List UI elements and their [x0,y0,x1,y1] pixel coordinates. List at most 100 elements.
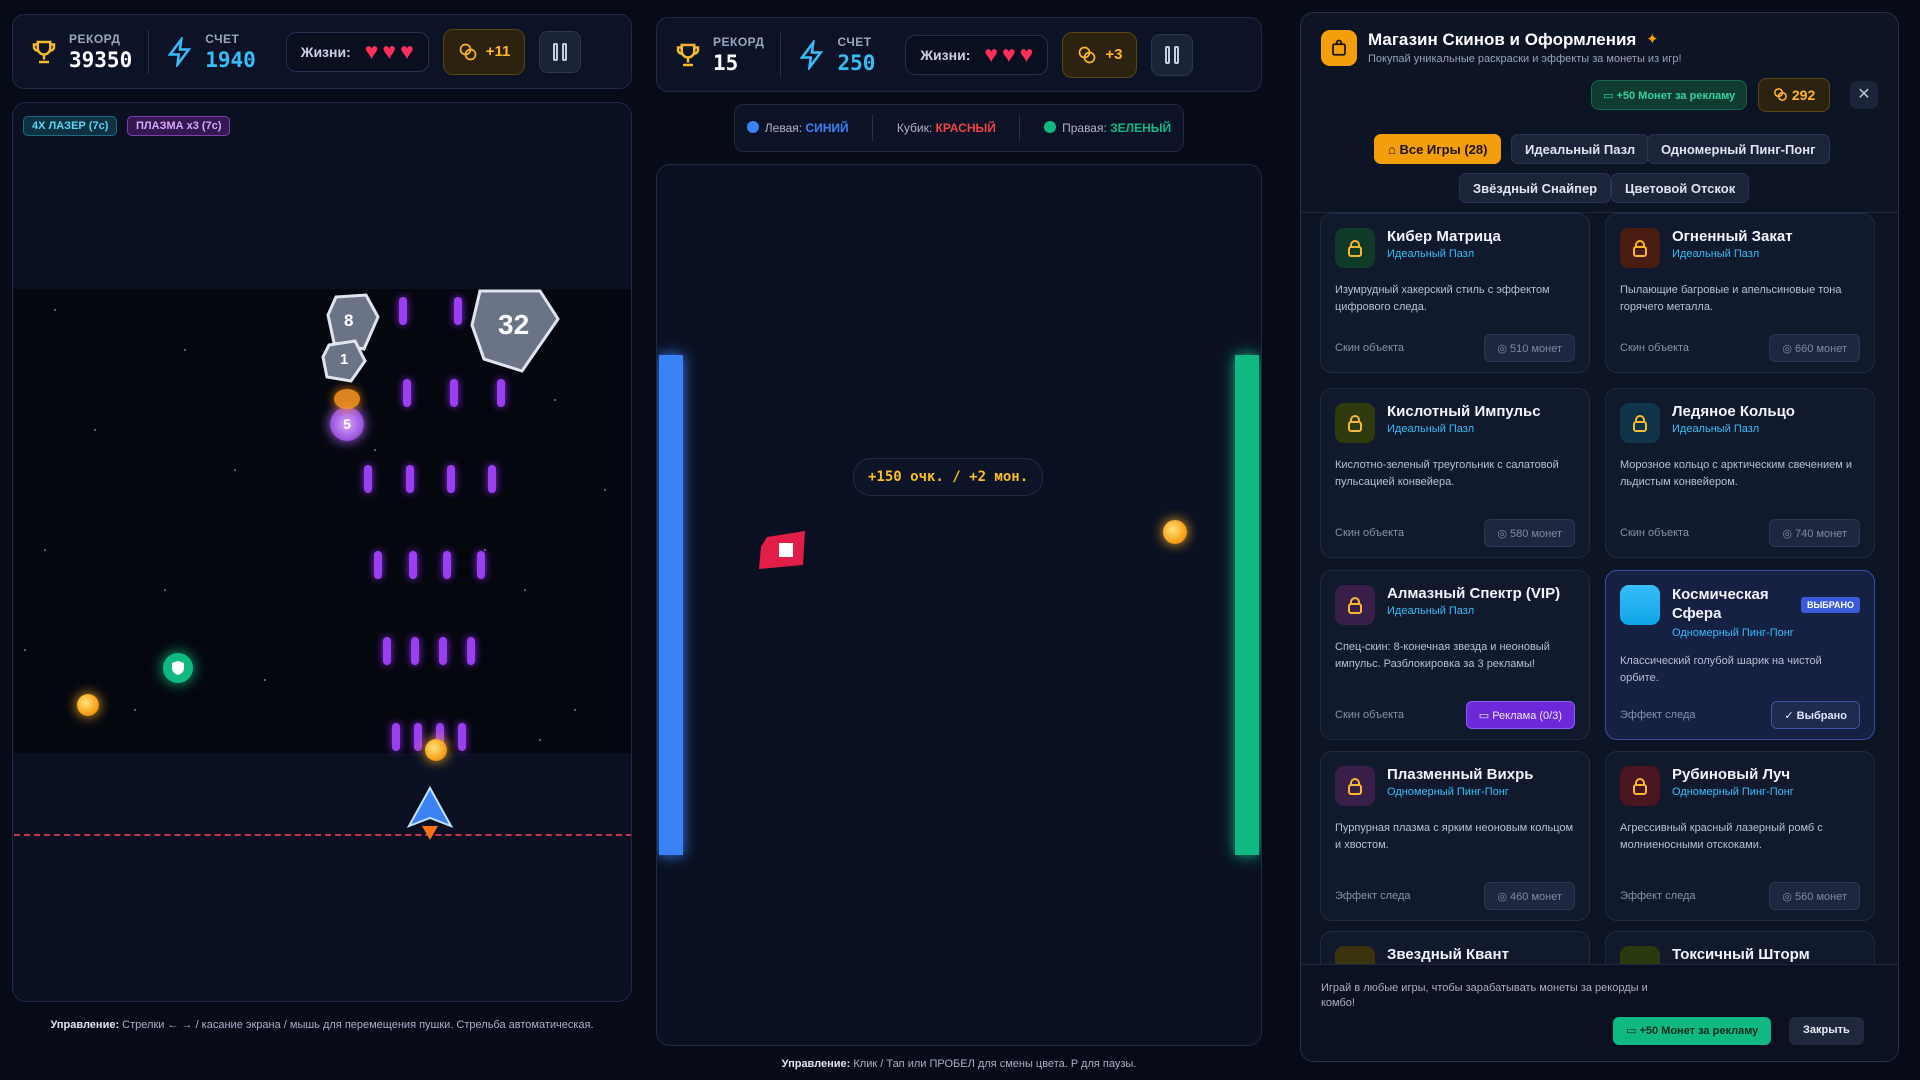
skin-card[interactable]: Кислотный Импульс Идеальный Пазл Кислотн… [1320,388,1590,558]
score-stat: СЧЕТ 1940 [149,15,272,88]
score-value: 250 [837,50,876,75]
coins-icon: ◎ [1782,343,1796,355]
price-label: 510 монет [1510,343,1562,355]
legend-cube-value: КРАСНЫЙ [935,121,996,135]
legend-left-value: СИНИЙ [805,121,849,135]
shop-subtitle: Покупай уникальные раскраски и эффекты з… [1368,53,1682,65]
price-label: 560 монет [1795,891,1847,903]
tab-perfect-puzzle[interactable]: Идеальный Пазл [1511,134,1650,164]
skin-name: Кислотный Импульс [1387,403,1541,420]
buy-button[interactable]: ◎ 560 монет [1769,882,1860,910]
laser-bolt [443,551,451,579]
plasma-bomb: 5 [330,407,364,441]
laser-bolt [477,551,485,579]
legend-right: Правая: ЗЕЛЕНЫЙ [1044,121,1171,135]
skin-desc: Спец-скин: 8-конечная звезда и неоновый … [1335,641,1550,670]
space-field[interactable]: 8 1 32 5 [14,289,631,840]
tab-color-bounce[interactable]: Цветовой Отскок [1611,173,1750,203]
skin-name: Кибер Матрица [1387,228,1501,245]
plasma-badge: ПЛАЗМА x3 (7с) [127,116,231,136]
skin-desc: Морозное кольцо с арктическим свечением … [1620,459,1852,488]
skin-card[interactable]: Кибер Матрица Идеальный Пазл Изумрудный … [1320,213,1590,373]
coins-icon [1078,46,1096,63]
coins-gain-value: +11 [485,43,511,60]
pause-button[interactable] [539,30,582,73]
star [164,589,166,591]
lock-icon [1335,766,1375,806]
price-label: 740 монет [1795,528,1847,540]
coins-icon: ◎ [1497,343,1511,355]
buy-button[interactable]: ◎ 580 монет [1484,519,1575,547]
laser-badge: 4X ЛАЗЕР (7с) [23,116,118,136]
legend-cube-label: Кубик: [896,121,933,135]
asteroid-hp: 1 [340,351,349,368]
buy-button[interactable]: ◎ 740 монет [1769,519,1860,547]
lock-icon [1335,403,1375,443]
skin-game: Идеальный Пазл [1387,605,1475,617]
buy-button[interactable]: ◎ 460 монет [1484,882,1575,910]
skin-card-selected[interactable]: Космическая Сфера Одномерный Пинг-Понг В… [1605,570,1875,740]
ad-coins-button[interactable]: ▭ +50 Монет за рекламу [1591,80,1748,110]
star [94,429,96,431]
skin-card[interactable]: Ледяное Кольцо Идеальный Пазл Морозное к… [1605,388,1875,558]
buy-button[interactable]: ◎ 660 монет [1769,334,1860,362]
skin-game: Идеальный Пазл [1387,423,1475,435]
tab-1d-ping-pong[interactable]: Одномерный Пинг-Понг [1647,134,1830,164]
skin-name: Плазменный Вихрь [1387,766,1534,783]
ad-coins-label: +50 Монет за рекламу [1616,90,1736,102]
skin-card[interactable]: Рубиновый Луч Одномерный Пинг-Понг Агрес… [1605,751,1875,921]
footer-ad-button[interactable]: ▭ +50 Монет за рекламу [1613,1017,1772,1045]
tab-all-games[interactable]: ⌂ Все Игры (28) [1374,134,1502,164]
pause-icon [553,42,559,61]
skin-card[interactable]: Алмазный Спектр (VIP) Идеальный Пазл Спе… [1320,570,1590,740]
coins-icon [459,43,477,60]
video-icon: ▭ [1603,90,1617,102]
pause-icon [562,42,568,61]
score-popup: +150 очк. / +2 мон. [853,458,1044,496]
close-button[interactable]: Закрыть [1789,1017,1864,1045]
skin-type: Эффект следа [1335,890,1411,902]
buy-button[interactable]: ◎ 510 монет [1484,334,1575,362]
star [24,649,26,651]
skin-card[interactable]: Огненный Закат Идеальный Пазл Пылающие б… [1605,213,1875,373]
game2-arena[interactable]: +150 очк. / +2 мон. [656,164,1262,1046]
lives-label: Жизни: [920,46,971,63]
coin [77,694,99,716]
selected-label: Выбрано [1796,710,1847,722]
skin-name: Токсичный Шторм [1672,946,1810,963]
price-label: 580 монет [1510,528,1562,540]
skin-type: Скин объекта [1620,342,1690,354]
sphere-preview [1620,585,1660,625]
tab-star-sniper[interactable]: Звёздный Снайпер [1459,173,1612,203]
watch-ad-button[interactable]: ▭ Реклама (0/3) [1465,701,1575,729]
selected-button[interactable]: ✓ Выбрано [1771,701,1860,729]
red-cube [759,531,805,569]
legend-right-label: Правая: [1062,121,1107,135]
shield-icon [172,661,184,675]
lock-icon [1620,766,1660,806]
star [54,309,56,311]
coins-gain: +11 [442,28,526,75]
controls-label: Управление: [781,1058,851,1070]
star [234,469,236,471]
ad-progress-label: Реклама (0/3) [1492,710,1562,722]
lives-box: Жизни: ♥ ♥ ♥ [285,31,429,72]
coin-balance: 292 [1758,78,1830,112]
divider [872,115,874,141]
skin-desc: Изумрудный хакерский стиль с эффектом ци… [1335,284,1550,313]
star [264,679,266,681]
close-icon-button[interactable]: ✕ [1850,81,1878,109]
star [134,709,136,711]
laser-bolt [392,723,400,751]
pause-button[interactable] [1151,33,1194,76]
player-cannon [407,786,453,840]
tab-label: Все Игры (28) [1399,142,1488,157]
score-value: 1940 [205,47,256,72]
explosion-spark [334,389,360,409]
skin-card[interactable]: Плазменный Вихрь Одномерный Пинг-Понг Пу… [1320,751,1590,921]
laser-bolt [439,637,447,665]
shop-icon [1321,30,1357,66]
skin-type: Скин объекта [1620,527,1690,539]
game1-arena[interactable]: 4X ЛАЗЕР (7с) ПЛАЗМА x3 (7с) 8 1 32 5 [12,102,632,1002]
heart-icon: ♥ [382,38,397,64]
